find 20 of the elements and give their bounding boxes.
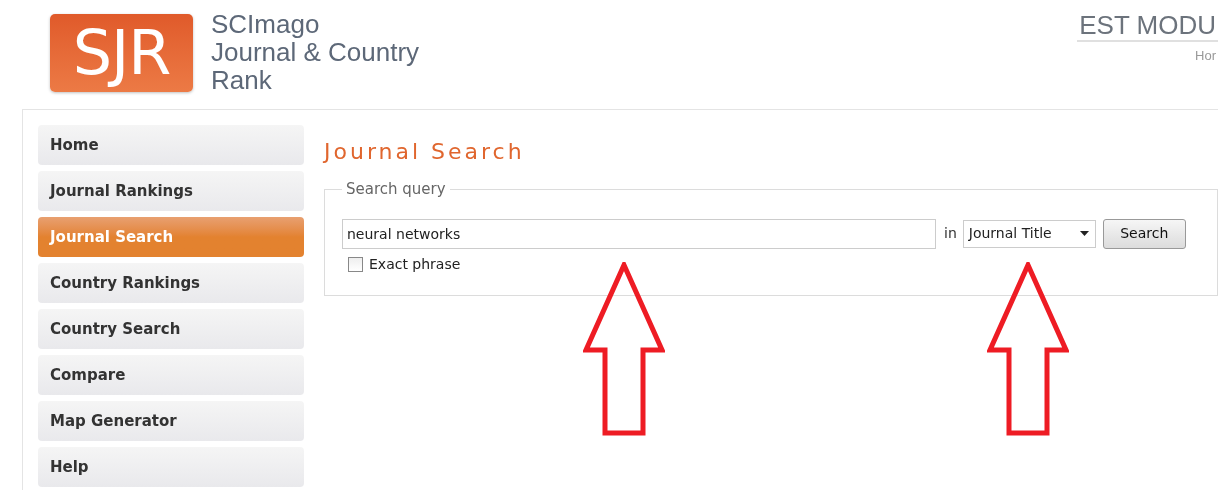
in-label: in (944, 224, 957, 243)
site-title: SCImago (211, 10, 321, 38)
checkbox-label: Exact phrase (369, 254, 461, 274)
search-field[interactable]: neural networks (342, 218, 936, 249)
sidebar-item[interactable]: Country Search (38, 309, 304, 349)
sidebar-item[interactable]: Country Rankings (38, 263, 304, 303)
sidebar-item[interactable]: Journal Rankings (38, 171, 304, 211)
site-title: Rank (211, 66, 273, 94)
sidebar-item[interactable]: Home (38, 125, 304, 165)
checkbox[interactable] (348, 256, 363, 272)
header-title: EST MODU (1077, 10, 1218, 42)
sidebar-item[interactable]: Help (38, 447, 304, 487)
site-title: Journal & Country (211, 38, 420, 66)
sidebar-item[interactable]: Compare (38, 355, 304, 395)
sidebar-item[interactable]: Map Generator (38, 401, 304, 441)
fieldset-legend: Search query (342, 178, 450, 201)
search-button[interactable]: Search (1102, 218, 1186, 249)
field-select[interactable]: Journal Title (962, 219, 1096, 248)
caret-icon (1079, 231, 1089, 236)
page-heading: Journal Search (324, 138, 525, 166)
